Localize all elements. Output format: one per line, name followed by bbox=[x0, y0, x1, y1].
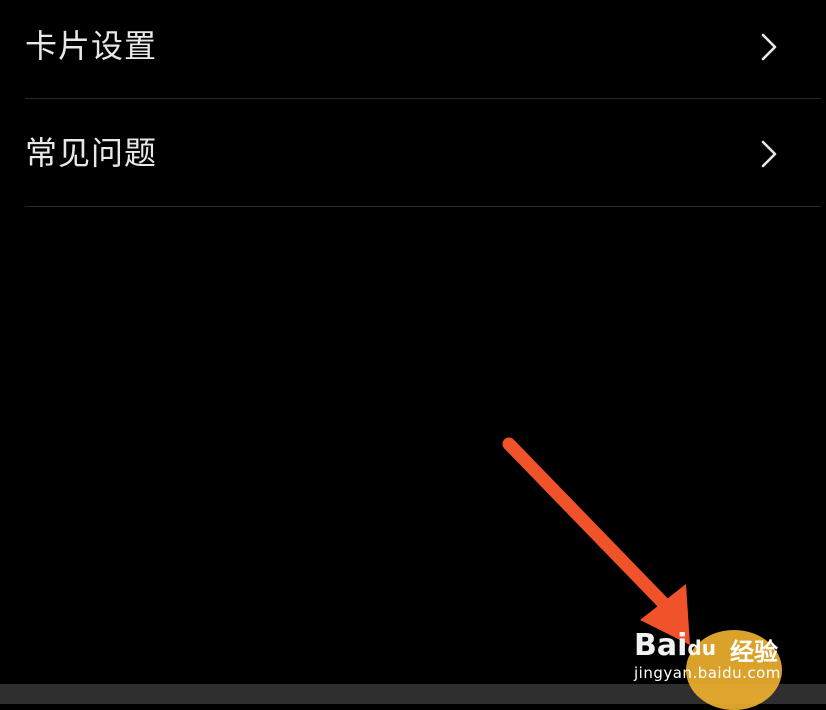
chevron-right-icon bbox=[761, 33, 777, 61]
menu-item-label: 卡片设置 bbox=[25, 27, 158, 65]
baidu-jingyan-watermark: Baidu 经验 jingyan.baidu.com bbox=[630, 606, 822, 710]
watermark-url: jingyan.baidu.com bbox=[634, 664, 781, 682]
watermark-product: 经验 bbox=[730, 638, 778, 666]
watermark-brand: Baidu bbox=[634, 628, 716, 663]
menu-item-faq[interactable]: 常见问题 bbox=[25, 99, 821, 207]
chevron-right-icon bbox=[761, 140, 777, 168]
settings-menu-list: 卡片设置 常见问题 bbox=[25, 0, 821, 207]
screen: 卡片设置 常见问题 bbox=[0, 0, 826, 684]
menu-item-label: 常见问题 bbox=[25, 134, 158, 172]
menu-item-card-settings[interactable]: 卡片设置 bbox=[25, 0, 821, 99]
